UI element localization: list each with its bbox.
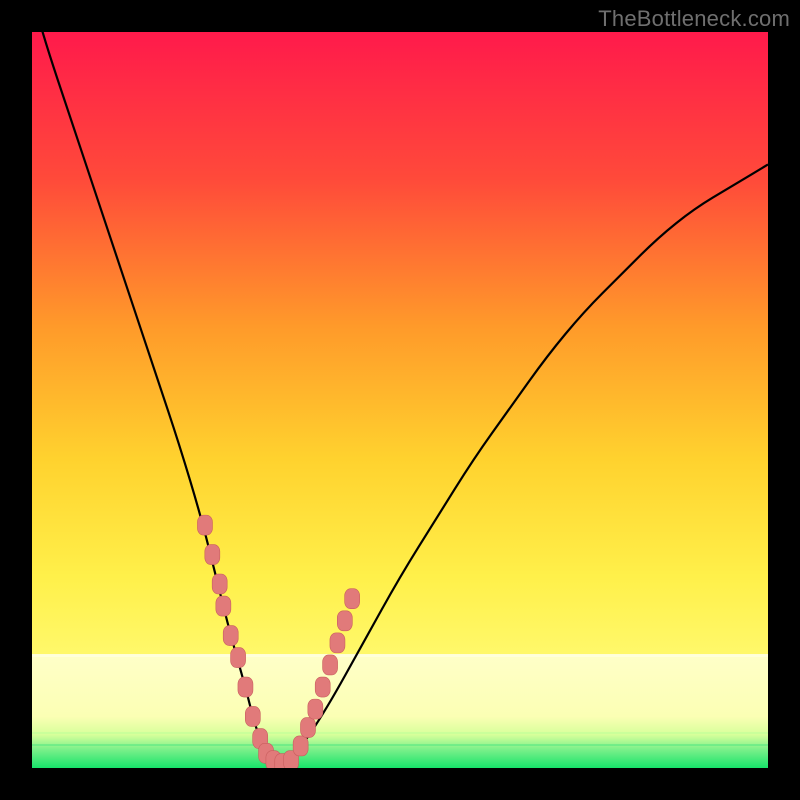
marker-bead (345, 589, 360, 609)
marker-bead (245, 706, 260, 726)
marker-bead (216, 596, 231, 616)
marker-bead (212, 574, 227, 594)
marker-bead (301, 718, 316, 738)
marker-bead (205, 545, 220, 565)
curve-layer (32, 32, 768, 768)
plot-area (32, 32, 768, 768)
bottleneck-curve (32, 32, 768, 764)
marker-group (197, 515, 359, 768)
marker-bead (330, 633, 345, 653)
marker-bead (223, 626, 238, 646)
marker-bead (293, 736, 308, 756)
marker-bead (197, 515, 212, 535)
outer-frame: TheBottleneck.com (0, 0, 800, 800)
marker-bead (308, 699, 323, 719)
marker-bead (323, 655, 338, 675)
curve-line (32, 32, 768, 764)
marker-bead (315, 677, 330, 697)
marker-bead (337, 611, 352, 631)
marker-bead (238, 677, 253, 697)
marker-bead (231, 648, 246, 668)
watermark-text: TheBottleneck.com (598, 6, 790, 32)
